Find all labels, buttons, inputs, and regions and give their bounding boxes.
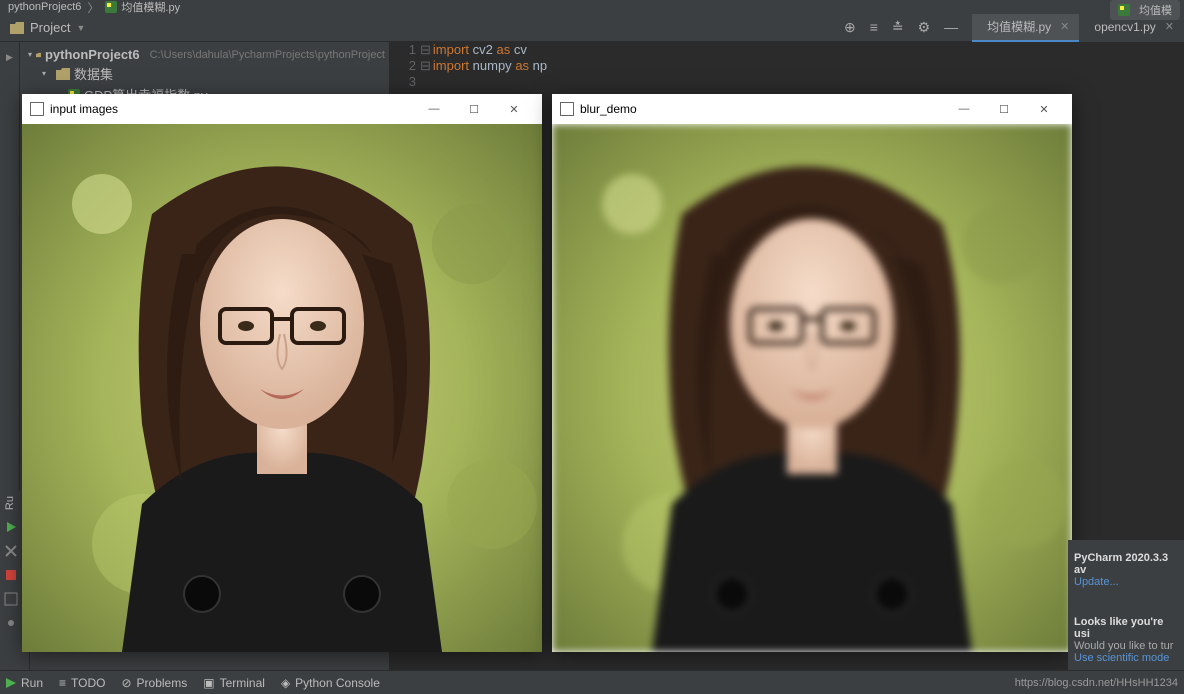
chevron-down-icon: ▾ [28, 50, 32, 59]
list-icon: ≡ [59, 676, 66, 690]
minimize-button[interactable]: — [944, 103, 984, 115]
terminal-label: Terminal [220, 676, 265, 690]
run-label: Run [21, 676, 43, 690]
breadcrumb-project[interactable]: pythonProject6 [8, 1, 81, 13]
terminal-icon: ▣ [203, 676, 214, 690]
todo-label: TODO [71, 676, 105, 690]
breadcrumb-sep: 〉 [87, 0, 99, 16]
layout-icon[interactable] [4, 592, 18, 606]
tab-mean-blur[interactable]: 均值模糊.py ✕ [972, 14, 1079, 42]
notifications-panel: PyCharm 2020.3.3 av Update... Looks like… [1068, 540, 1184, 670]
notification-title: Looks like you're usi [1074, 616, 1178, 640]
tree-root[interactable]: ▾ pythonProject6 C:\Users\dahula\Pycharm… [20, 46, 389, 63]
breadcrumb-bar: pythonProject6 〉 均值模糊.py 均值模 [0, 0, 1184, 14]
project-label: Project [30, 20, 70, 35]
play-icon [6, 678, 16, 688]
run-config-label: 均值模 [1139, 2, 1172, 18]
maximize-button[interactable]: ☐ [984, 103, 1024, 116]
notification-title: PyCharm 2020.3.3 av [1074, 552, 1178, 576]
chevron-right-icon[interactable]: ▶ [6, 52, 13, 63]
todo-toolwindow-button[interactable]: ≡ TODO [59, 676, 105, 690]
rerun-icon[interactable] [4, 520, 18, 534]
breadcrumb-file[interactable]: 均值模糊.py [121, 0, 180, 15]
notification-text: Would you like to tur [1074, 640, 1178, 652]
python-icon: ◈ [281, 676, 290, 690]
pyconsole-label: Python Console [295, 676, 380, 690]
expand-icon[interactable]: ≡ [870, 19, 878, 36]
folder-icon [56, 68, 70, 80]
window-titlebar[interactable]: input images — ☐ ✕ [22, 94, 542, 124]
tab-label: opencv1.py [1094, 20, 1155, 34]
footer-url: https://blog.csdn.net/HHsHH1234 [1015, 677, 1178, 689]
collapse-icon[interactable]: ≛ [892, 19, 904, 36]
chevron-down-icon: ▾ [42, 69, 52, 78]
close-icon[interactable]: ✕ [1060, 20, 1069, 33]
minimize-button[interactable]: — [414, 103, 454, 115]
tree-root-hint: C:\Users\dahula\PycharmProjects\pythonPr… [150, 49, 385, 61]
pin-icon[interactable] [4, 616, 18, 630]
project-tool-button[interactable]: Project ▼ [0, 20, 95, 35]
image-content [552, 124, 1072, 652]
image-content [22, 124, 542, 652]
tree-folder-name: 数据集 [74, 64, 113, 83]
tree-root-name: pythonProject6 [45, 47, 140, 62]
python-file-icon [1118, 4, 1130, 16]
app-icon [560, 102, 574, 116]
tab-label: 均值模糊.py [987, 18, 1051, 35]
tree-folder-dataset[interactable]: ▾ 数据集 [20, 63, 389, 84]
target-icon[interactable]: ⊕ [844, 19, 856, 36]
terminal-toolwindow-button[interactable]: ▣ Terminal [203, 676, 265, 690]
toolbar: Project ▼ ⊕ ≡ ≛ ⚙ — 均值模糊.py ✕ opencv1.py… [0, 14, 1184, 42]
maximize-button[interactable]: ☐ [454, 103, 494, 116]
opencv-window-blur[interactable]: blur_demo — ☐ ✕ [552, 94, 1072, 652]
gear-icon[interactable]: ⚙ [918, 19, 931, 36]
window-titlebar[interactable]: blur_demo — ☐ ✕ [552, 94, 1072, 124]
run-config-selector[interactable]: 均值模 [1110, 0, 1180, 20]
folder-icon [10, 21, 24, 35]
folder-icon [36, 49, 41, 61]
chevron-down-icon: ▼ [76, 23, 85, 33]
app-icon [30, 102, 44, 116]
close-button[interactable]: ✕ [1024, 103, 1064, 116]
stop-icon[interactable] [4, 568, 18, 582]
problems-toolwindow-button[interactable]: ⊘ Problems [121, 676, 187, 690]
opencv-window-input[interactable]: input images — ☐ ✕ [22, 94, 542, 652]
run-toolwindow-button[interactable]: Run [6, 676, 43, 690]
hide-icon[interactable]: — [944, 19, 958, 36]
update-link[interactable]: Update... [1074, 576, 1178, 588]
problems-label: Problems [137, 676, 188, 690]
line-number: 3 [390, 74, 430, 89]
project-toolbar-actions: ⊕ ≡ ≛ ⚙ — [844, 19, 968, 36]
window-title: blur_demo [580, 102, 637, 116]
notification-update: PyCharm 2020.3.3 av Update... [1074, 552, 1178, 588]
window-title: input images [50, 102, 118, 116]
status-bar: Run ≡ TODO ⊘ Problems ▣ Terminal ◈ Pytho… [0, 670, 1184, 694]
fold-icon[interactable]: ⊟ [420, 58, 431, 74]
close-icon[interactable]: ✕ [1165, 20, 1174, 33]
wrench-icon[interactable] [4, 544, 18, 558]
warning-icon: ⊘ [121, 676, 131, 690]
python-file-icon [105, 1, 117, 13]
python-console-button[interactable]: ◈ Python Console [281, 676, 380, 690]
scientific-mode-link[interactable]: Use scientific mode [1074, 652, 1178, 664]
notification-scientific: Looks like you're usi Would you like to … [1074, 616, 1178, 664]
close-button[interactable]: ✕ [494, 103, 534, 116]
fold-icon[interactable]: ⊟ [420, 42, 431, 58]
